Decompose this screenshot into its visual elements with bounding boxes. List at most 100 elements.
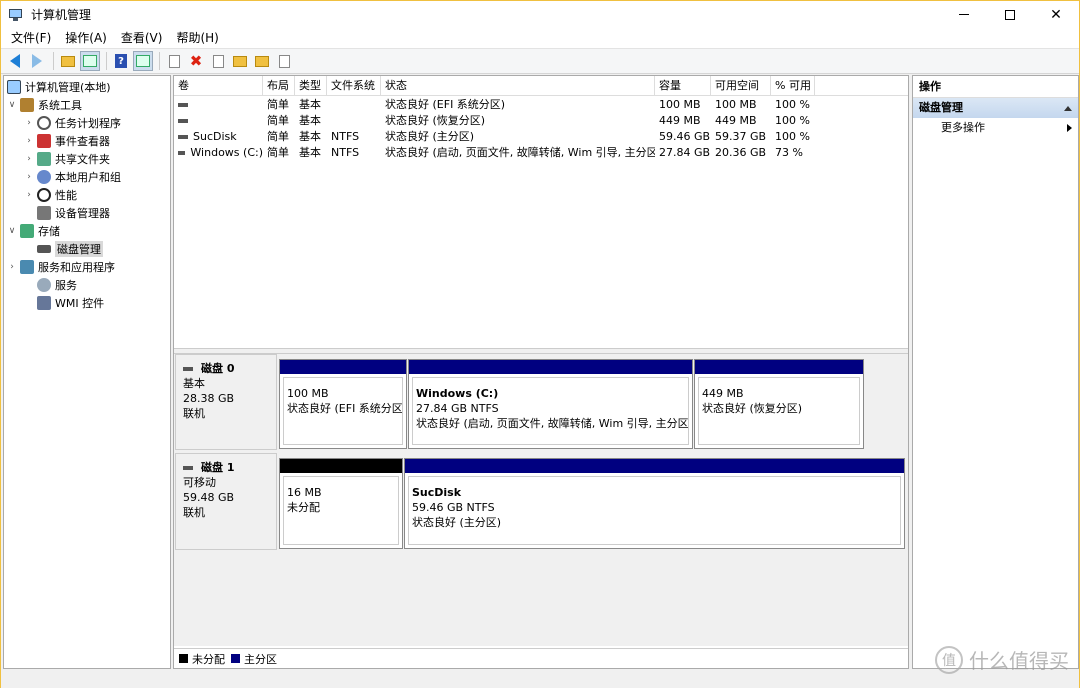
partition-body: 16 MB 未分配 — [283, 476, 399, 545]
tree-item-local-users[interactable]: › 本地用户和组 — [24, 168, 121, 186]
disk-0-status: 联机 — [183, 407, 205, 420]
search-button[interactable] — [252, 51, 272, 71]
cell-type: 基本 — [299, 130, 321, 143]
partition-status: 未分配 — [287, 501, 320, 514]
cell-status: 状态良好 (主分区) — [385, 130, 475, 143]
table-row[interactable]: 简单 基本 状态良好 (EFI 系统分区) 100 MB 100 MB 100 … — [174, 97, 908, 113]
actions-section-disk-management[interactable]: 磁盘管理 — [913, 98, 1078, 118]
cell-layout: 简单 — [267, 146, 289, 159]
table-row[interactable]: SucDisk 简单 基本 NTFS 状态良好 (主分区) 59.46 GB 5… — [174, 129, 908, 145]
tree-item-system-tools[interactable]: ∨ 系统工具 — [7, 96, 82, 114]
minimize-icon — [959, 14, 969, 15]
partition-sucdisk[interactable]: SucDisk 59.46 GB NTFS 状态良好 (主分区) — [404, 458, 905, 549]
partition-name: SucDisk — [412, 486, 462, 499]
cell-free-space: 59.37 GB — [715, 130, 767, 143]
partition-recovery[interactable]: 449 MB 状态良好 (恢复分区) — [694, 359, 864, 449]
menu-file[interactable]: 文件(F) — [4, 28, 58, 48]
maximize-button[interactable] — [987, 1, 1033, 28]
legend-primary: 主分区 — [244, 652, 277, 666]
properties-button[interactable] — [274, 51, 294, 71]
chevron-right-icon[interactable]: › — [7, 262, 17, 272]
tree-item-event-viewer[interactable]: › 事件查看器 — [24, 132, 110, 150]
partition-windows-c[interactable]: Windows (C:) 27.84 GB NTFS 状态良好 (启动, 页面文… — [408, 359, 693, 449]
tree-item-services[interactable]: 服务 — [37, 276, 77, 294]
cell-capacity: 59.46 GB — [659, 130, 711, 143]
tree-item-shared-folders[interactable]: › 共享文件夹 — [24, 150, 110, 168]
help-icon: ? — [115, 54, 127, 68]
tree-item-task-scheduler[interactable]: › 任务计划程序 — [24, 114, 121, 132]
tree-item-disk-management[interactable]: 磁盘管理 — [37, 240, 103, 258]
more-actions-item[interactable]: 更多操作 — [913, 118, 1078, 138]
col-percent-free[interactable]: % 可用 — [771, 76, 815, 96]
cell-percent-free: 100 % — [775, 130, 810, 143]
menu-view[interactable]: 查看(V) — [114, 28, 170, 48]
tree-item-services-apps[interactable]: › 服务和应用程序 — [7, 258, 115, 276]
cell-free-space: 100 MB — [715, 98, 757, 111]
chevron-right-icon[interactable]: › — [24, 154, 34, 164]
console-tree-icon — [83, 55, 97, 67]
partition-unallocated[interactable]: 16 MB 未分配 — [279, 458, 403, 549]
col-type[interactable]: 类型 — [295, 76, 327, 96]
show-hide-tree-button[interactable] — [80, 51, 100, 71]
device-manager-icon — [37, 206, 51, 220]
close-button[interactable]: ✕ — [1033, 1, 1079, 28]
tree-label: 系统工具 — [38, 99, 82, 112]
tree-item-performance[interactable]: › 性能 — [24, 186, 77, 204]
chevron-right-icon[interactable]: › — [24, 190, 34, 200]
col-free-space[interactable]: 可用空间 — [711, 76, 771, 96]
chevron-down-icon[interactable]: ∨ — [7, 100, 17, 110]
partition-efi[interactable]: 100 MB 状态良好 (EFI 系统分区) — [279, 359, 407, 449]
connect-button[interactable] — [164, 51, 184, 71]
forward-button[interactable] — [27, 51, 47, 71]
tree-item-root[interactable]: 计算机管理(本地) — [7, 78, 111, 96]
disk-0-type: 基本 — [183, 377, 205, 390]
menu-help[interactable]: 帮助(H) — [169, 28, 225, 48]
help-button[interactable]: ? — [111, 51, 131, 71]
cell-volume: Windows (C:) — [174, 145, 263, 161]
tree-label: 设备管理器 — [55, 207, 110, 220]
up-level-button[interactable] — [58, 51, 78, 71]
collapse-icon — [1064, 106, 1072, 111]
console-tree: 计算机管理(本地) ∨ 系统工具 › 任务计划程序 › 事件查看器 › 共享文件… — [3, 75, 171, 669]
cell-volume: SucDisk — [174, 129, 263, 145]
delete-button[interactable]: ✖ — [186, 51, 206, 71]
volume-list-header: 卷 布局 类型 文件系统 状态 容量 可用空间 % 可用 — [174, 76, 908, 96]
chevron-down-icon[interactable]: ∨ — [7, 226, 17, 236]
check-button[interactable] — [208, 51, 228, 71]
folder-search-icon — [255, 55, 269, 67]
menu-action[interactable]: 操作(A) — [58, 28, 114, 48]
chevron-right-icon[interactable]: › — [24, 172, 34, 182]
folder-button[interactable] — [230, 51, 250, 71]
wmi-control-icon — [37, 296, 51, 310]
col-filesystem[interactable]: 文件系统 — [327, 76, 381, 96]
col-layout[interactable]: 布局 — [263, 76, 295, 96]
toolbar: ? ✖ — [1, 48, 1079, 74]
col-volume[interactable]: 卷 — [174, 76, 263, 96]
cell-capacity: 100 MB — [659, 98, 701, 111]
disk-1-info[interactable]: 磁盘 1 可移动 59.48 GB 联机 — [175, 453, 277, 550]
more-actions-label: 更多操作 — [941, 121, 985, 134]
show-action-pane-button[interactable] — [133, 51, 153, 71]
col-capacity[interactable]: 容量 — [655, 76, 711, 96]
disk-icon — [183, 465, 193, 470]
table-row[interactable]: Windows (C:) 简单 基本 NTFS 状态良好 (启动, 页面文件, … — [174, 145, 908, 161]
tree-item-device-manager[interactable]: 设备管理器 — [37, 204, 110, 222]
tree-item-wmi[interactable]: WMI 控件 — [37, 294, 104, 312]
back-button[interactable] — [5, 51, 25, 71]
computer-icon — [7, 80, 21, 94]
tree-label: 本地用户和组 — [55, 171, 121, 184]
chevron-right-icon[interactable]: › — [24, 118, 34, 128]
table-row[interactable]: 简单 基本 状态良好 (恢复分区) 449 MB 449 MB 100 % — [174, 113, 908, 129]
watermark-text: 什么值得买 — [969, 649, 1069, 673]
actions-pane: 操作 磁盘管理 更多操作 — [912, 75, 1079, 669]
event-viewer-icon — [37, 134, 51, 148]
cell-layout: 简单 — [267, 98, 289, 111]
disk-0-size: 28.38 GB — [183, 392, 235, 405]
minimize-button[interactable] — [941, 1, 987, 28]
cell-status: 状态良好 (启动, 页面文件, 故障转储, Wim 引导, 主分区) — [385, 146, 655, 159]
delete-x-icon: ✖ — [189, 52, 203, 70]
col-status[interactable]: 状态 — [381, 76, 655, 96]
tree-item-storage[interactable]: ∨ 存储 — [7, 222, 60, 240]
disk-0-info[interactable]: 磁盘 0 基本 28.38 GB 联机 — [175, 354, 277, 450]
chevron-right-icon[interactable]: › — [24, 136, 34, 146]
